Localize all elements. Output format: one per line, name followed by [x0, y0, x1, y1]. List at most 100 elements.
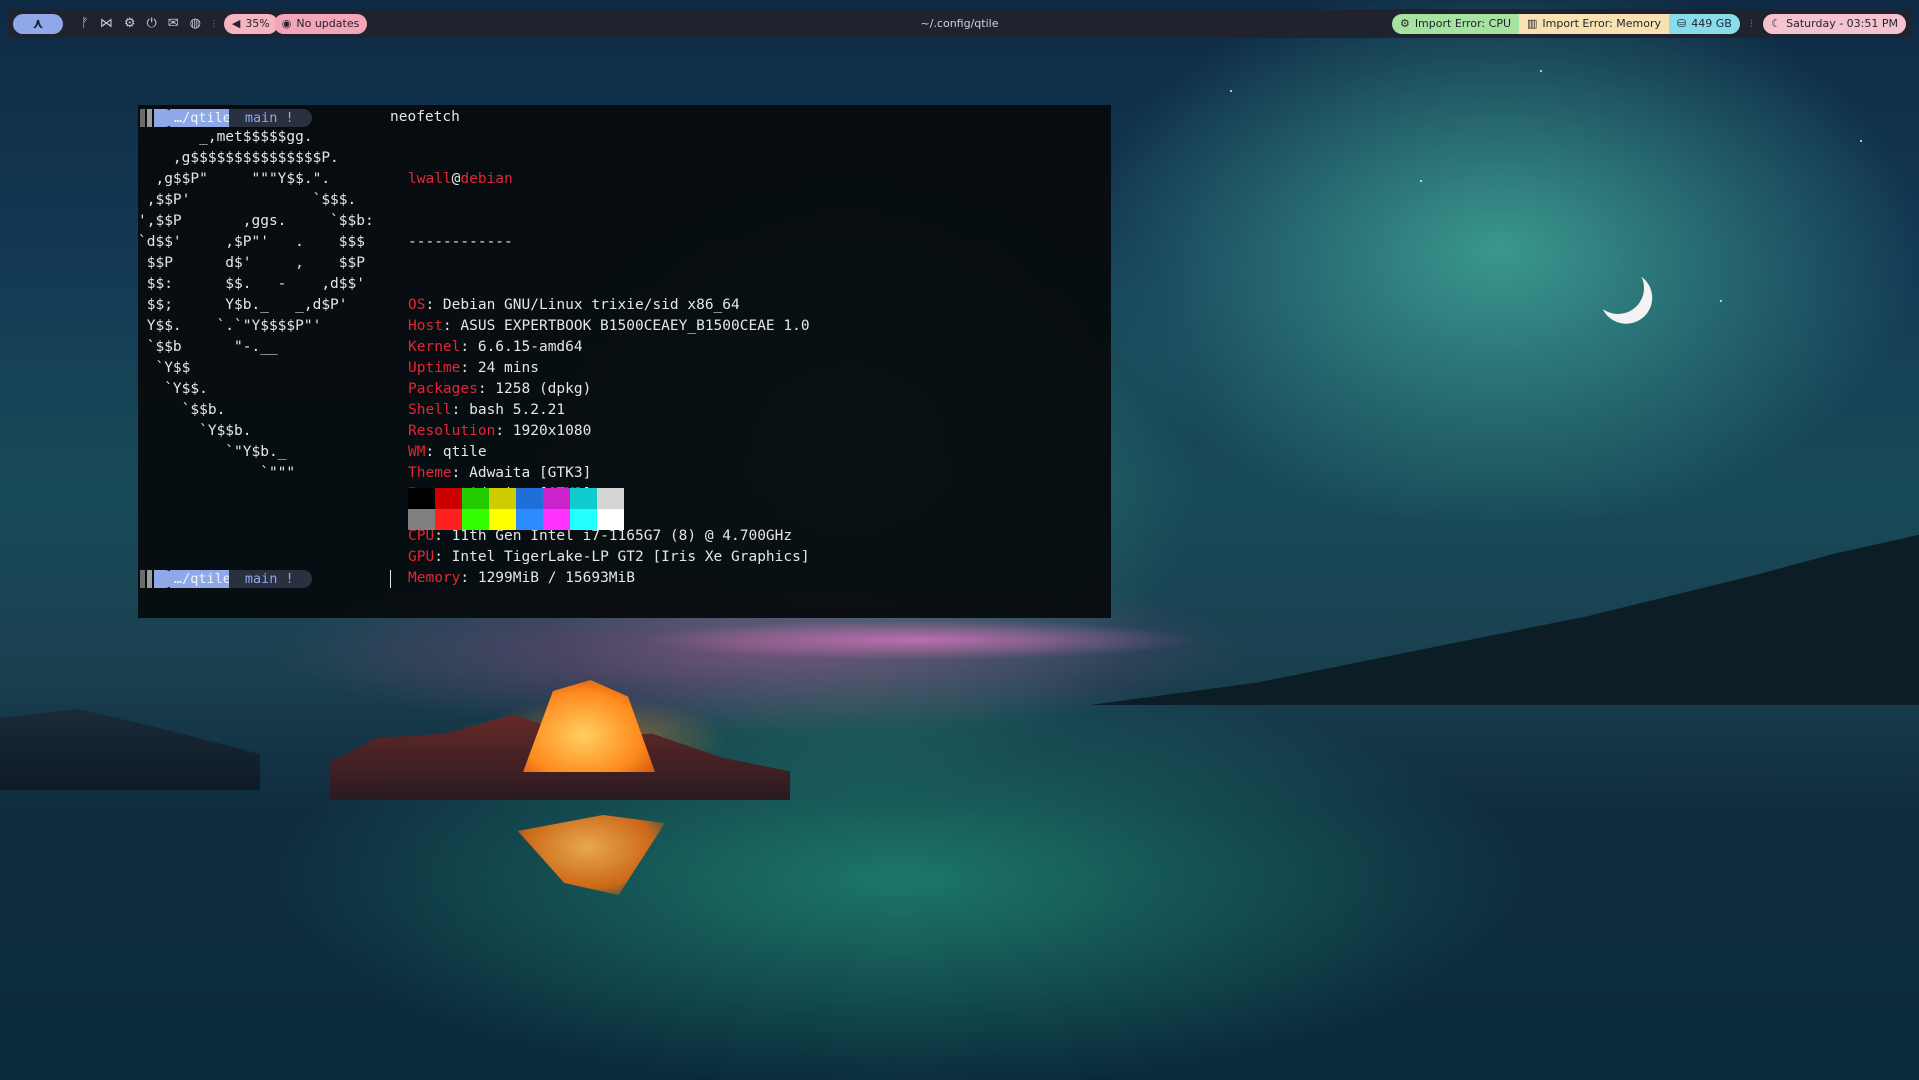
- crescent-moon: [1590, 260, 1646, 316]
- info-key: GPU: [408, 549, 435, 565]
- debian-ascii-logo: _,met$$$$$gg. ,g$$$$$$$$$$$$$$$P. ,g$$P"…: [138, 127, 374, 484]
- info-line: Shell: bash 5.2.21: [408, 400, 810, 421]
- launcher-icon: ⋏: [32, 15, 44, 32]
- terminal-window[interactable]: …/qtile main ! neofetch _,met$$$$$gg. ,g…: [138, 105, 1111, 618]
- volume-widget[interactable]: ◀ 35%: [223, 13, 278, 34]
- clock-widget[interactable]: ☾ Saturday - 03:51 PM: [1763, 13, 1906, 34]
- logo-line: ,$$P' `$$$.: [138, 192, 357, 208]
- neofetch-info: lwall@debian ------------ OS: Debian GNU…: [408, 127, 810, 631]
- info-value: : 6.6.15-amd64: [460, 339, 583, 355]
- cpu-widget[interactable]: ⚙ Import Error: CPU: [1391, 13, 1520, 34]
- prompt-block: [147, 570, 152, 588]
- command-text: neofetch: [390, 109, 460, 125]
- cpu-text: Import Error: CPU: [1414, 17, 1512, 30]
- git-icon[interactable]: ᚠ: [81, 16, 89, 31]
- info-line: Resolution: 1920x1080: [408, 421, 810, 442]
- cpu-icon: ⚙: [1399, 17, 1410, 30]
- tent-reflection: [517, 815, 665, 895]
- logo-line: `d$$' ,$P"' . $$$: [138, 234, 365, 250]
- color-swatch: [408, 488, 435, 509]
- prompt-git-branch: main !: [228, 109, 312, 127]
- updates-text: No updates: [296, 17, 360, 30]
- color-swatch: [543, 488, 570, 509]
- info-value: : bash 5.2.21: [451, 402, 566, 418]
- star: [1420, 180, 1422, 182]
- info-key: WM: [408, 444, 426, 460]
- info-key: Kernel: [408, 339, 461, 355]
- username: lwall: [408, 171, 452, 187]
- logo-line: ,g$$P" """Y$$.".: [138, 171, 331, 187]
- info-key: Shell: [408, 402, 452, 418]
- info-value: : 1258 (dpkg): [477, 381, 592, 397]
- color-swatch: [543, 509, 570, 530]
- prompt-git-branch: main !: [228, 570, 312, 588]
- logo-line: ,g$$$$$$$$$$$$$$$P.: [138, 150, 339, 166]
- info-key: Theme: [408, 465, 452, 481]
- chat-icon[interactable]: ◍: [190, 16, 201, 31]
- logo-line: _,met$$$$$gg.: [138, 129, 313, 145]
- info-value: : qtile: [425, 444, 487, 460]
- prompt-block: [140, 109, 145, 127]
- info-value: : ASUS EXPERTBOOK B1500CEAEY_B1500CEAE 1…: [442, 318, 810, 334]
- info-line: Memory: 1299MiB / 15693MiB: [408, 568, 810, 589]
- shell-prompt: …/qtile main !: [140, 570, 312, 588]
- star: [1860, 140, 1862, 142]
- forest-treeline: [1090, 534, 1919, 705]
- prompt-block: [147, 109, 152, 127]
- clock-text: Saturday - 03:51 PM: [1786, 17, 1898, 30]
- star: [1540, 70, 1542, 72]
- info-key: CPU: [408, 528, 435, 544]
- info-key: Host: [408, 318, 443, 334]
- color-swatch: [516, 488, 543, 509]
- color-palette: [408, 488, 624, 530]
- logo-line: `""": [138, 465, 296, 481]
- color-swatch: [570, 509, 597, 530]
- info-value: : Adwaita [GTK3]: [451, 465, 592, 481]
- divider-rule: ------------: [408, 234, 513, 250]
- info-line: Packages: 1258 (dpkg): [408, 379, 810, 400]
- color-swatch: [516, 509, 543, 530]
- info-line: OS: Debian GNU/Linux trixie/sid x86_64: [408, 295, 810, 316]
- memory-icon: ▥: [1527, 17, 1538, 30]
- logo-line: `Y$$: [138, 360, 191, 376]
- settings-icon[interactable]: ⚙: [124, 16, 136, 31]
- logo-line: $$; Y$b._ _,d$P': [138, 297, 348, 313]
- logo-line: ',$$P ,ggs. `$$b:: [138, 213, 374, 229]
- color-swatch: [597, 488, 624, 509]
- shore-rocks-left: [0, 709, 260, 790]
- color-swatch: [462, 509, 489, 530]
- info-line: Kernel: 6.6.15-amd64: [408, 337, 810, 358]
- disk-icon: ⛁: [1676, 17, 1687, 30]
- mail-icon[interactable]: ✉: [168, 16, 179, 31]
- top-bar: ⋏ ᚠ ⋈ ⚙ ⏻ ✉ ◍ ⁝ ◀ 35% ◉ No updates ~/.config/q…: [8, 9, 1911, 38]
- star: [1720, 300, 1722, 302]
- disk-text: 449 GB: [1691, 17, 1732, 30]
- logo-line: `$$b.: [138, 402, 226, 418]
- color-swatch: [570, 488, 597, 509]
- memory-widget[interactable]: ▥ Import Error: Memory: [1519, 13, 1669, 34]
- text-cursor: [390, 570, 391, 588]
- info-key: Memory: [408, 570, 461, 586]
- power-icon[interactable]: ⏻: [146, 16, 156, 31]
- info-line: Uptime: 24 mins: [408, 358, 810, 379]
- logo-line: `"Y$b._: [138, 444, 287, 460]
- color-swatch: [489, 509, 516, 530]
- color-swatch: [462, 488, 489, 509]
- info-line: Theme: Adwaita [GTK3]: [408, 463, 810, 484]
- vscode-icon[interactable]: ⋈: [100, 16, 113, 31]
- memory-text: Import Error: Memory: [1542, 17, 1661, 30]
- info-value: : 11th Gen Intel i7-1165G7 (8) @ 4.700GH…: [434, 528, 793, 544]
- logo-line: `Y$$.: [138, 381, 208, 397]
- launcher-button[interactable]: ⋏: [13, 13, 63, 34]
- shell-prompt: …/qtile main !: [140, 109, 312, 127]
- logo-line: `$$b "-.__: [138, 339, 278, 355]
- color-swatch: [489, 488, 516, 509]
- bar-separator: ⁝: [212, 16, 216, 31]
- logo-line: $$P d$' , $$P: [138, 255, 365, 271]
- updates-widget[interactable]: ◉ No updates: [273, 13, 368, 34]
- speaker-icon: ◀: [231, 17, 241, 30]
- disk-widget[interactable]: ⛁ 449 GB: [1668, 13, 1740, 34]
- info-key: OS: [408, 297, 426, 313]
- hostname: debian: [460, 171, 513, 187]
- info-value: : 24 mins: [460, 360, 539, 376]
